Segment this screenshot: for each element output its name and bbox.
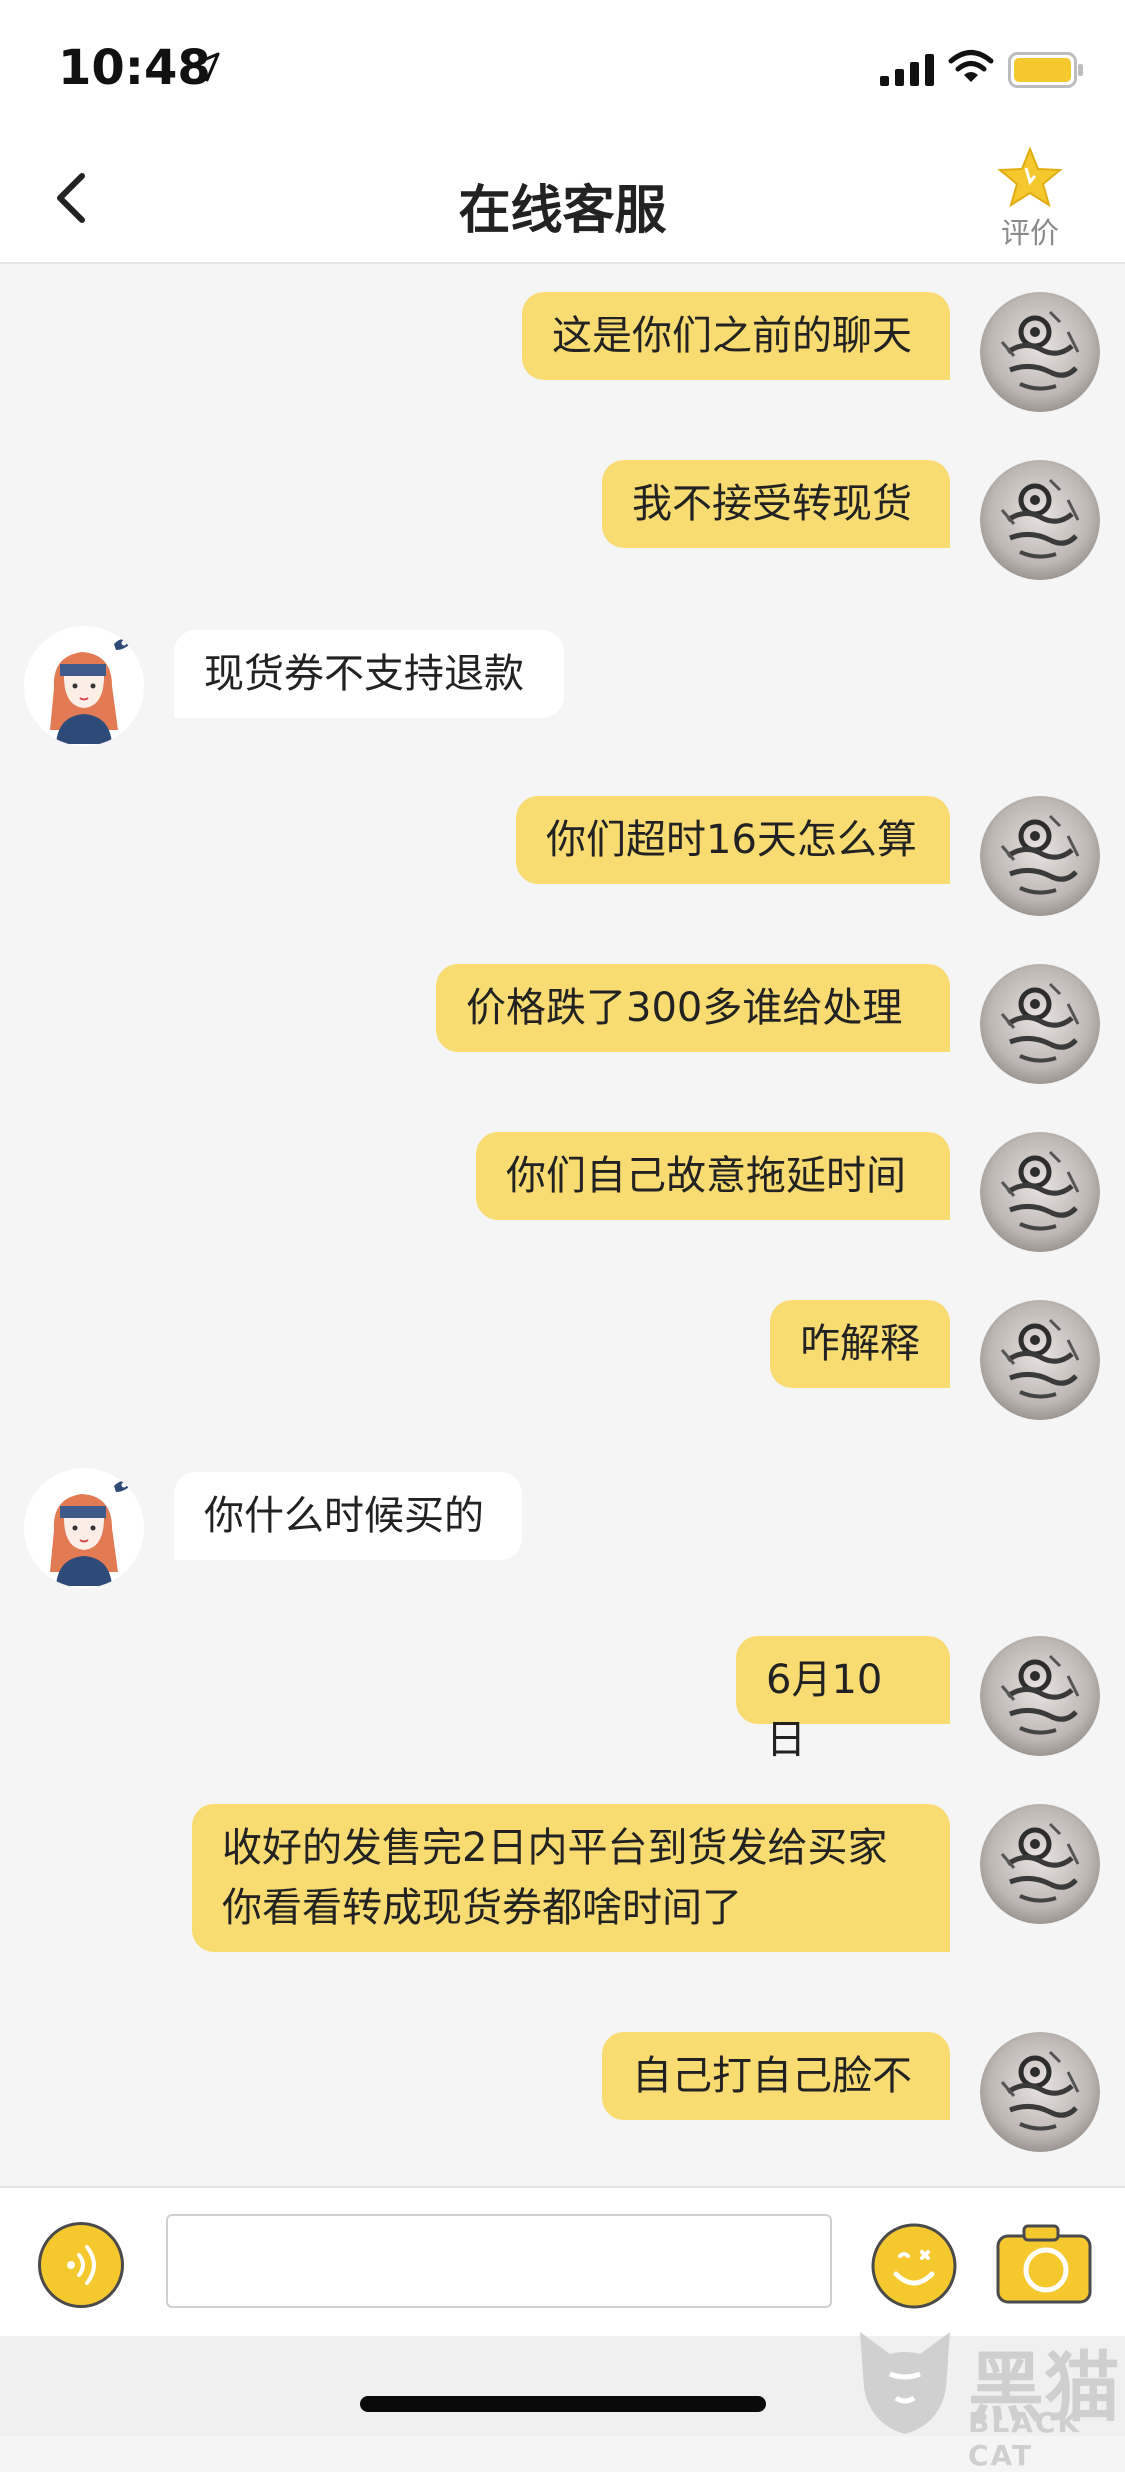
- rate-label: 评价: [1000, 216, 1059, 250]
- black-cat-logo-icon: [860, 2332, 950, 2434]
- status-bar: 10:48: [0, 0, 1125, 132]
- input-bar: [0, 2186, 1125, 2338]
- user-avatar[interactable]: [980, 1132, 1100, 1252]
- my-message-bubble[interactable]: 我不接受转现货: [602, 460, 950, 548]
- message-line: 你看看转成现货券都啥时间了: [222, 1885, 742, 1931]
- user-avatar[interactable]: [980, 796, 1100, 916]
- service-agent-avatar[interactable]: [24, 1468, 144, 1588]
- user-avatar[interactable]: [980, 964, 1100, 1084]
- user-avatar[interactable]: [980, 1804, 1100, 1924]
- my-message-bubble[interactable]: 6月10日: [736, 1636, 950, 1763]
- my-message-bubble[interactable]: 价格跌了300多谁给处理: [436, 964, 950, 1052]
- emoji-icon[interactable]: [870, 2222, 958, 2310]
- user-avatar[interactable]: [980, 1300, 1100, 1420]
- my-message-bubble[interactable]: 收好的发售完2日内平台到货发给买家 你看看转成现货券都啥时间了: [192, 1804, 950, 1952]
- message-line: 收好的发售完2日内平台到货发给买家: [222, 1825, 888, 1871]
- rate-button[interactable]: 评价: [990, 146, 1070, 252]
- star-icon: [997, 146, 1063, 208]
- my-message-bubble[interactable]: 你们超时16天怎么算: [516, 796, 950, 884]
- service-message-bubble[interactable]: 现货券不支持退款: [174, 630, 564, 718]
- battery-icon: [1008, 52, 1083, 88]
- user-avatar[interactable]: [980, 460, 1100, 580]
- cellular-signal-icon: [880, 54, 934, 86]
- service-agent-avatar[interactable]: [24, 626, 144, 746]
- status-time: 10:48: [58, 40, 211, 96]
- home-indicator[interactable]: [360, 2396, 766, 2412]
- my-message-bubble[interactable]: 这是你们之前的聊天: [522, 292, 950, 380]
- service-message-bubble[interactable]: 你什么时候买的: [174, 1472, 522, 1560]
- nav-bar: 在线客服 评价: [0, 132, 1125, 264]
- user-avatar[interactable]: [980, 1636, 1100, 1756]
- my-message-bubble[interactable]: 自己打自己脸不: [602, 2032, 950, 2120]
- wifi-icon: [948, 50, 994, 82]
- chat-area[interactable]: 这是你们之前的聊天 我不接受转现货 现货券不支持退款 你们超时16天怎么算 价格…: [0, 264, 1125, 2184]
- voice-wave-icon: [67, 2245, 96, 2285]
- user-avatar[interactable]: [980, 292, 1100, 412]
- camera-icon[interactable]: [994, 2220, 1094, 2306]
- watermark: 黑猫 BLACK CAT: [850, 2326, 1125, 2472]
- user-avatar[interactable]: [980, 2032, 1100, 2152]
- voice-button[interactable]: [38, 2222, 124, 2308]
- watermark-text-en: BLACK CAT: [968, 2406, 1082, 2472]
- my-message-bubble[interactable]: 你们自己故意拖延时间: [476, 1132, 950, 1220]
- page-title: 在线客服: [458, 181, 667, 241]
- message-input[interactable]: [166, 2214, 832, 2308]
- my-message-bubble[interactable]: 咋解释: [770, 1300, 950, 1388]
- location-arrow-icon: [190, 52, 220, 82]
